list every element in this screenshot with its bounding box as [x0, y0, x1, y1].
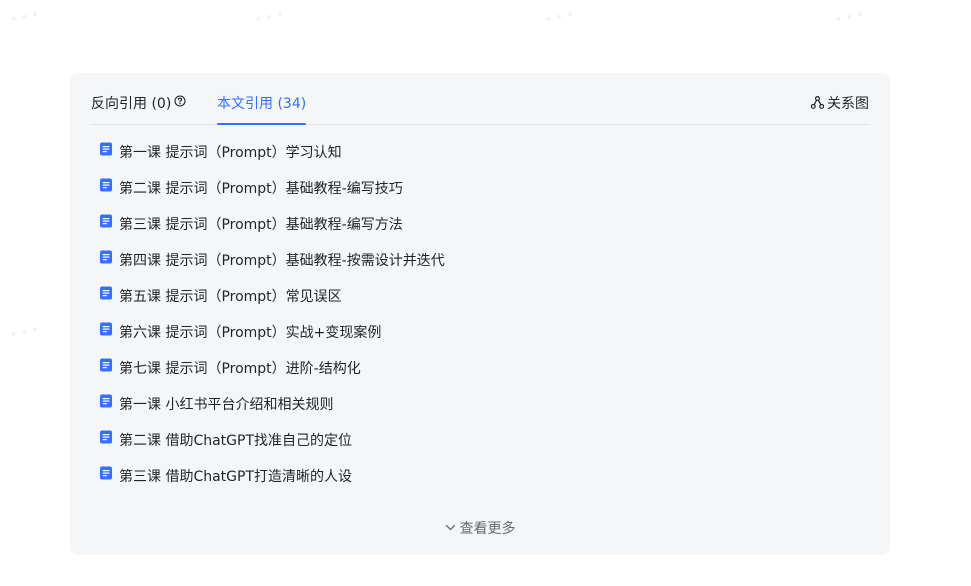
list-item[interactable]: 第一课 提示词（Prompt）学习认知 — [99, 135, 869, 171]
list-item[interactable]: 第五课 提示词（Prompt）常见误区 — [99, 279, 869, 315]
chevron-down-icon — [445, 524, 455, 531]
view-more-label: 查看更多 — [459, 521, 516, 537]
tab-references-label: 本文引用 (34) — [217, 96, 307, 112]
watermark: • • • — [253, 7, 286, 27]
list-item-label: 第二课 借助ChatGPT找准自己的定位 — [119, 433, 353, 449]
references-panel: 反向引用 (0) 本文引用 (34) 关系图 第一课 提示词（Prompt）学习… — [70, 73, 890, 555]
list-item[interactable]: 第四课 提示词（Prompt）基础教程-按需设计并迭代 — [99, 243, 869, 279]
watermark: • • • — [8, 7, 41, 27]
relation-graph-label: 关系图 — [827, 96, 869, 112]
tab-backlinks[interactable]: 反向引用 (0) — [91, 91, 186, 124]
relation-graph-icon — [810, 96, 825, 109]
list-item[interactable]: 第二课 提示词（Prompt）基础教程-编写技巧 — [99, 171, 869, 207]
document-icon — [99, 278, 113, 314]
document-icon — [99, 242, 113, 278]
view-more-button[interactable]: 查看更多 — [70, 517, 890, 541]
list-item-label: 第一课 小红书平台介绍和相关规则 — [119, 397, 334, 413]
document-icon — [99, 170, 113, 206]
list-item[interactable]: 第二课 借助ChatGPT找准自己的定位 — [99, 423, 869, 459]
watermark: • • • — [543, 7, 576, 27]
list-item[interactable]: 第三课 借助ChatGPT打造清晰的人设 — [99, 459, 869, 495]
list-item-label: 第六课 提示词（Prompt）实战+变现案例 — [119, 325, 382, 341]
tab-backlinks-label: 反向引用 (0) — [91, 96, 172, 112]
document-icon — [99, 350, 113, 386]
watermark: • • • — [833, 7, 866, 27]
help-icon[interactable] — [174, 90, 186, 116]
document-icon — [99, 134, 113, 170]
document-icon — [99, 422, 113, 458]
document-icon — [99, 206, 113, 242]
reference-list: 第一课 提示词（Prompt）学习认知 第二课 提示词（Prompt）基础教程-… — [99, 135, 869, 495]
list-item-label: 第三课 提示词（Prompt）基础教程-编写方法 — [119, 217, 403, 233]
relation-graph-button[interactable]: 关系图 — [810, 91, 869, 117]
tab-references[interactable]: 本文引用 (34) — [217, 91, 307, 125]
list-item-label: 第三课 借助ChatGPT打造清晰的人设 — [119, 469, 353, 485]
list-item[interactable]: 第三课 提示词（Prompt）基础教程-编写方法 — [99, 207, 869, 243]
list-item-label: 第一课 提示词（Prompt）学习认知 — [119, 145, 342, 161]
page: • • •• • •• • •• • •• • •• • •• • •• • •… — [0, 0, 971, 586]
document-icon — [99, 386, 113, 422]
document-icon — [99, 314, 113, 350]
list-item-label: 第四课 提示词（Prompt）基础教程-按需设计并迭代 — [119, 253, 445, 269]
list-item-label: 第五课 提示词（Prompt）常见误区 — [119, 289, 342, 305]
list-item-label: 第二课 提示词（Prompt）基础教程-编写技巧 — [119, 181, 403, 197]
list-item[interactable]: 第七课 提示词（Prompt）进阶-结构化 — [99, 351, 869, 387]
list-item[interactable]: 第六课 提示词（Prompt）实战+变现案例 — [99, 315, 869, 351]
watermark: • • • — [8, 322, 41, 342]
reference-tabs: 反向引用 (0) 本文引用 (34) 关系图 — [91, 91, 869, 125]
document-icon — [99, 458, 113, 494]
list-item-label: 第七课 提示词（Prompt）进阶-结构化 — [119, 361, 361, 377]
list-item[interactable]: 第一课 小红书平台介绍和相关规则 — [99, 387, 869, 423]
